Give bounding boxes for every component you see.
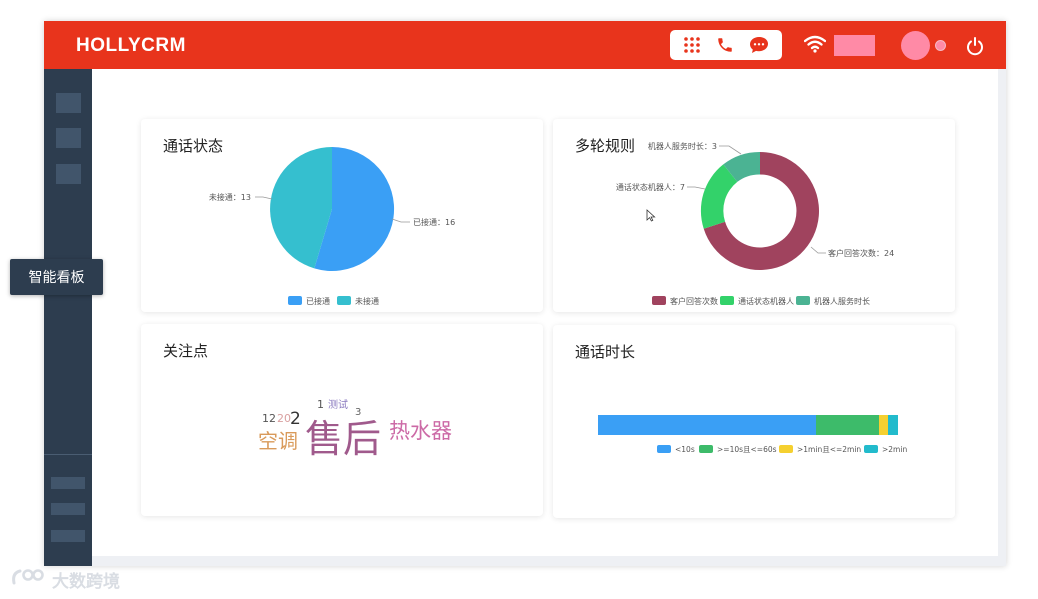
legend-swatch-customer-answers [652,296,666,305]
power-icon[interactable] [965,36,985,60]
legend-status-robot: 通话状态机器人 [738,296,794,306]
legend-customer-answers: 客户回答次数 [670,296,718,306]
watermark-text: 大数跨境 [52,572,120,592]
grid-icon[interactable] [683,36,701,54]
wifi-icon [803,35,827,57]
label-status-robot: 通话状态机器人：7 [616,182,685,192]
legend-unconnected: 未接通 [355,296,379,306]
sidebar-bottom-item-3[interactable] [51,530,85,542]
legend-swatch-1-2min [779,445,793,453]
legend-connected: 已接通 [306,296,330,306]
watermark-logo-icon [10,567,46,592]
legend-swatch-10s-60s [699,445,713,453]
sidebar-item-1[interactable] [56,93,81,113]
word-1: 1 [317,398,324,411]
chat-icon[interactable] [749,36,769,54]
legend-swatch-service-time [796,296,810,305]
legend-1-2min: >1min且<=2min [797,445,861,454]
sidebar-divider [44,454,92,455]
sidebar-item-3[interactable] [56,164,81,184]
label-service-time: 机器人服务时长：3 [648,141,717,151]
focus-word-cloud: 售后 空调 热水器 2 12 20 1 测试 3 [258,398,452,461]
user-name-placeholder[interactable] [834,35,875,56]
multi-rule-donut-chart: 客户回答次数：24 通话状态机器人：7 机器人服务时长：3 客户回答次数 通话状… [616,141,894,306]
top-bar: HOLLYCRM [44,21,1006,69]
legend-swatch-connected [288,296,302,305]
sidebar-tooltip: 智能看板 [10,259,103,295]
call-status-pie-chart: 已接通：16 未接通：13 已接通 未接通 [209,146,455,306]
avatar[interactable] [901,31,930,60]
status-indicator [935,40,946,51]
legend-swatch-unconnected [337,296,351,305]
app-window: HOLLYCRM 通话状态 已接通：16 未接通：13 已接通 未接通 多轮规则… [44,21,1006,566]
label-connected: 已接通：16 [413,217,455,227]
mouse-cursor-icon [646,207,656,226]
legend-10s-60s: >=10s且<=60s [717,445,777,454]
legend-swatch-over-2min [864,445,878,453]
legend-under-10s: <10s [675,445,695,454]
word-test: 测试 [328,398,348,411]
word-12: 12 [262,412,276,425]
bar-segment-under-10s [598,415,816,435]
legend-swatch-under-10s [657,445,671,453]
sidebar [44,69,92,566]
word-water-heater: 热水器 [389,419,452,443]
legend-swatch-status-robot [720,296,734,305]
call-duration-stacked-bar: <10s >=10s且<=60s >1min且<=2min >2min [598,415,907,454]
label-unconnected: 未接通：13 [209,192,251,202]
word-after-sales: 售后 [305,417,381,461]
toolbar-group [670,30,782,60]
dashboard-content: 通话状态 已接通：16 未接通：13 已接通 未接通 多轮规则 客户回答次数：2… [92,69,998,556]
bar-segment-1-2min [879,415,888,435]
legend-over-2min: >2min [882,445,907,454]
bar-segment-over-2min [888,415,898,435]
label-customer-answers: 客户回答次数：24 [828,248,894,258]
sidebar-item-2[interactable] [56,128,81,148]
call-status-card: 通话状态 已接通：16 未接通：13 已接通 未接通 [141,119,543,312]
word-2: 2 [290,409,301,429]
sidebar-bottom-item-1[interactable] [51,477,85,489]
legend-service-time: 机器人服务时长 [814,296,870,306]
phone-icon[interactable] [716,36,734,54]
word-3: 3 [355,407,361,418]
sidebar-bottom-item-2[interactable] [51,503,85,515]
watermark: 大数跨境 [10,567,120,592]
word-20: 20 [277,412,291,425]
multi-rule-card: 多轮规则 客户回答次数：24 通话状态机器人：7 机器人服务时长：3 客户回答次… [553,119,955,312]
bar-segment-10s-60s [816,415,879,435]
brand-logo[interactable]: HOLLYCRM [76,35,186,57]
call-duration-card: 通话时长 <10s >=10s且<=60s >1min且<=2min >2min [553,325,955,518]
focus-card: 关注点 售后 空调 热水器 2 12 20 1 测试 3 [141,324,543,516]
word-air-conditioner: 空调 [258,429,298,453]
